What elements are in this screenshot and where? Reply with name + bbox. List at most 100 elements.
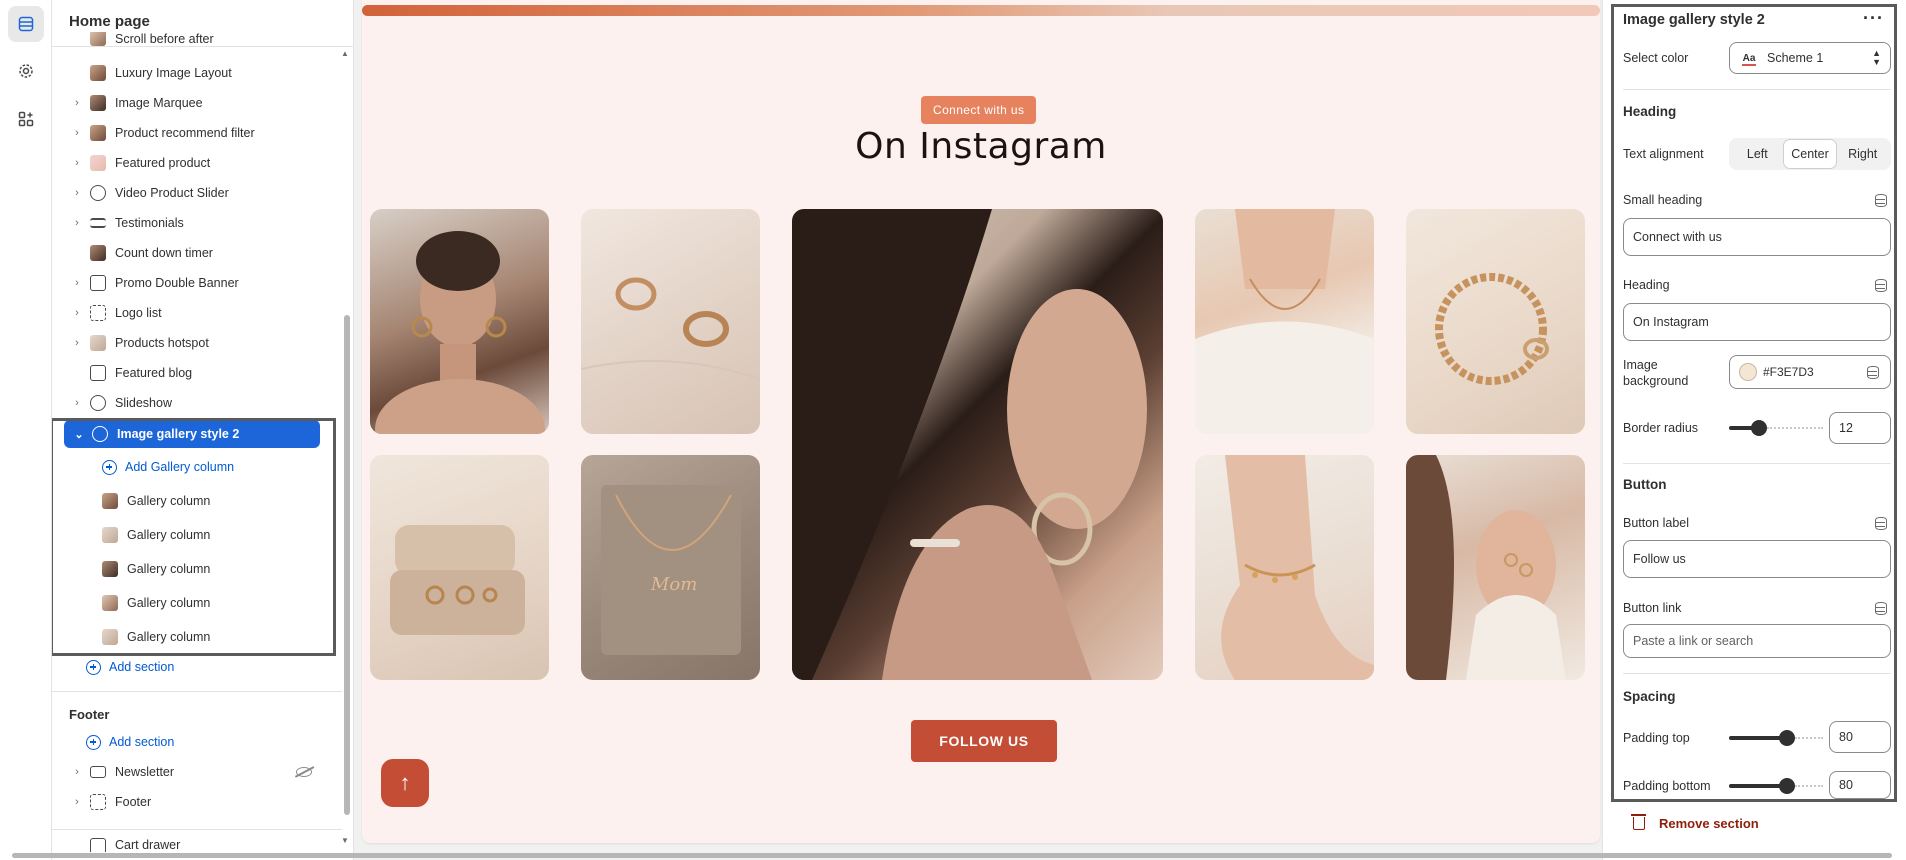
border-radius-label: Border radius xyxy=(1623,421,1699,435)
button-label-input[interactable]: Follow us xyxy=(1623,540,1891,578)
sidebar-item-newsletter[interactable]: › Newsletter xyxy=(62,759,332,785)
sidebar-item-footer[interactable]: › Footer xyxy=(62,789,332,815)
button-link-input[interactable]: Paste a link or search xyxy=(1623,624,1891,658)
blog-icon xyxy=(90,365,106,381)
chevron-right-icon[interactable]: › xyxy=(70,97,84,109)
sidebar-item-count-down-timer[interactable]: Count down timer xyxy=(62,240,332,266)
plus-circle-icon xyxy=(86,659,101,675)
add-section-label: Add section xyxy=(109,660,175,674)
selected-section-highlight xyxy=(52,418,336,656)
more-horizontal-icon[interactable]: ··· xyxy=(1863,8,1884,29)
settings-highlight xyxy=(1611,4,1897,802)
gallery-image-hand-rings[interactable] xyxy=(1406,455,1585,680)
chevron-right-icon[interactable]: › xyxy=(70,796,84,808)
divider xyxy=(1623,673,1891,674)
chevron-right-icon[interactable]: › xyxy=(70,127,84,139)
text-alignment-control: Left Center Right xyxy=(1729,138,1891,170)
sidebar-item-luxury-image-layout[interactable]: Luxury Image Layout xyxy=(62,60,332,86)
gallery-image-ring-box[interactable] xyxy=(370,455,549,680)
slider-handle[interactable] xyxy=(1779,730,1795,746)
color-scheme-select[interactable]: Aa Scheme 1 ▲ ▼ xyxy=(1729,42,1891,74)
border-radius-slider[interactable] xyxy=(1729,420,1823,436)
align-right-option[interactable]: Right xyxy=(1836,140,1889,168)
padding-top-slider[interactable] xyxy=(1729,730,1823,746)
gallery-image-name-necklace[interactable]: Mom xyxy=(581,455,760,680)
padding-bottom-input[interactable]: 80 xyxy=(1829,771,1891,799)
section-thumbnail-icon xyxy=(90,245,106,261)
sidebar-item-scroll-before-after[interactable]: Scroll before after xyxy=(62,32,332,46)
eye-off-icon[interactable] xyxy=(296,767,312,777)
sidebar-scrollbar[interactable] xyxy=(344,315,350,815)
scrollbar-thumb[interactable] xyxy=(12,853,1892,858)
sidebar-item-slideshow[interactable]: › Slideshow xyxy=(62,390,332,416)
sections-icon xyxy=(18,16,34,32)
align-left-option[interactable]: Left xyxy=(1731,140,1784,168)
chevron-right-icon[interactable]: › xyxy=(70,766,84,778)
dynamic-source-icon[interactable] xyxy=(1875,517,1887,530)
small-heading-input[interactable]: Connect with us xyxy=(1623,218,1891,256)
image-background-color-picker[interactable]: #F3E7D3 xyxy=(1729,355,1891,389)
sidebar-item-products-hotspot[interactable]: › Products hotspot xyxy=(62,330,332,356)
chevron-right-icon[interactable]: › xyxy=(70,307,84,319)
chevron-right-icon[interactable]: › xyxy=(70,157,84,169)
sidebar-item-label: Image Marquee xyxy=(115,96,203,110)
chevron-right-icon[interactable]: › xyxy=(70,397,84,409)
sections-nav-button[interactable] xyxy=(8,6,44,42)
chevron-right-icon[interactable]: › xyxy=(70,187,84,199)
left-rail xyxy=(0,0,52,860)
sidebar-item-featured-product[interactable]: › Featured product xyxy=(62,150,332,176)
sidebar-item-video-product-slider[interactable]: › Video Product Slider xyxy=(62,180,332,206)
sidebar-item-featured-blog[interactable]: Featured blog xyxy=(62,360,332,386)
layout-icon xyxy=(90,275,106,291)
gallery-image-necklace[interactable] xyxy=(1195,209,1374,434)
heading-input[interactable]: On Instagram xyxy=(1623,303,1891,341)
add-section-button[interactable]: Add section xyxy=(62,654,332,680)
remove-section-button[interactable]: Remove section xyxy=(1631,814,1759,831)
anklet-image xyxy=(1221,455,1374,680)
gallery-image-rings[interactable] xyxy=(581,209,760,434)
theme-settings-button[interactable] xyxy=(8,53,44,89)
apps-button[interactable] xyxy=(8,101,44,137)
sidebar-item-cart-drawer[interactable]: Cart drawer xyxy=(62,838,332,852)
gallery-image-chain-bracelet[interactable] xyxy=(1406,209,1585,434)
sidebar-item-label: Footer xyxy=(115,795,152,809)
dynamic-source-icon[interactable] xyxy=(1875,602,1887,615)
chevron-right-icon[interactable]: › xyxy=(70,217,84,229)
gallery-image-hoop-earring[interactable] xyxy=(792,209,1163,680)
dynamic-source-icon[interactable] xyxy=(1875,194,1887,207)
padding-top-input[interactable]: 80 xyxy=(1829,721,1891,753)
section-thumbnail-icon xyxy=(90,65,106,81)
sidebar-item-label: Newsletter xyxy=(115,765,175,779)
gallery-image-anklet[interactable] xyxy=(1195,455,1374,680)
footer-group-title: Footer xyxy=(69,707,110,722)
sidebar-item-label: Luxury Image Layout xyxy=(115,66,232,80)
chevron-right-icon[interactable]: › xyxy=(70,277,84,289)
dynamic-source-icon[interactable] xyxy=(1875,279,1887,292)
align-center-option[interactable]: Center xyxy=(1783,140,1837,168)
slider-handle[interactable] xyxy=(1751,420,1767,436)
border-radius-input[interactable]: 12 xyxy=(1829,412,1891,444)
scroll-down-arrow-icon[interactable]: ▼ xyxy=(341,836,349,845)
chevron-right-icon[interactable]: › xyxy=(70,337,84,349)
sidebar-item-testimonials[interactable]: › Testimonials xyxy=(62,210,332,236)
sidebar-item-label: Count down timer xyxy=(115,246,213,260)
hand-rings-image xyxy=(1406,455,1566,680)
footer-add-section-button[interactable]: Add section xyxy=(62,729,332,755)
sidebar-item-label: Cart drawer xyxy=(115,838,181,852)
gallery-image-portrait-earrings[interactable] xyxy=(370,209,549,434)
list-icon xyxy=(90,218,106,228)
dynamic-source-icon[interactable] xyxy=(1867,366,1879,379)
sidebar-item-logo-list[interactable]: › Logo list xyxy=(62,300,332,326)
slider-handle[interactable] xyxy=(1779,778,1795,794)
scroll-to-top-button[interactable]: ↑ xyxy=(381,759,429,807)
section-thumbnail-icon xyxy=(90,125,106,141)
padding-bottom-slider[interactable] xyxy=(1729,778,1823,794)
scroll-up-arrow-icon[interactable]: ▲ xyxy=(341,49,349,58)
sidebar-item-product-recommend-filter[interactable]: › Product recommend filter xyxy=(62,120,332,146)
preview-canvas: Connect with us On Instagram Mom FOLLOW … xyxy=(354,0,1602,860)
horizontal-scrollbar[interactable] xyxy=(0,851,1906,859)
follow-us-button[interactable]: FOLLOW US xyxy=(911,720,1057,762)
sidebar-item-image-marquee[interactable]: › Image Marquee xyxy=(62,90,332,116)
sidebar-item-promo-double-banner[interactable]: › Promo Double Banner xyxy=(62,270,332,296)
sidebar-item-label: Scroll before after xyxy=(115,32,214,46)
